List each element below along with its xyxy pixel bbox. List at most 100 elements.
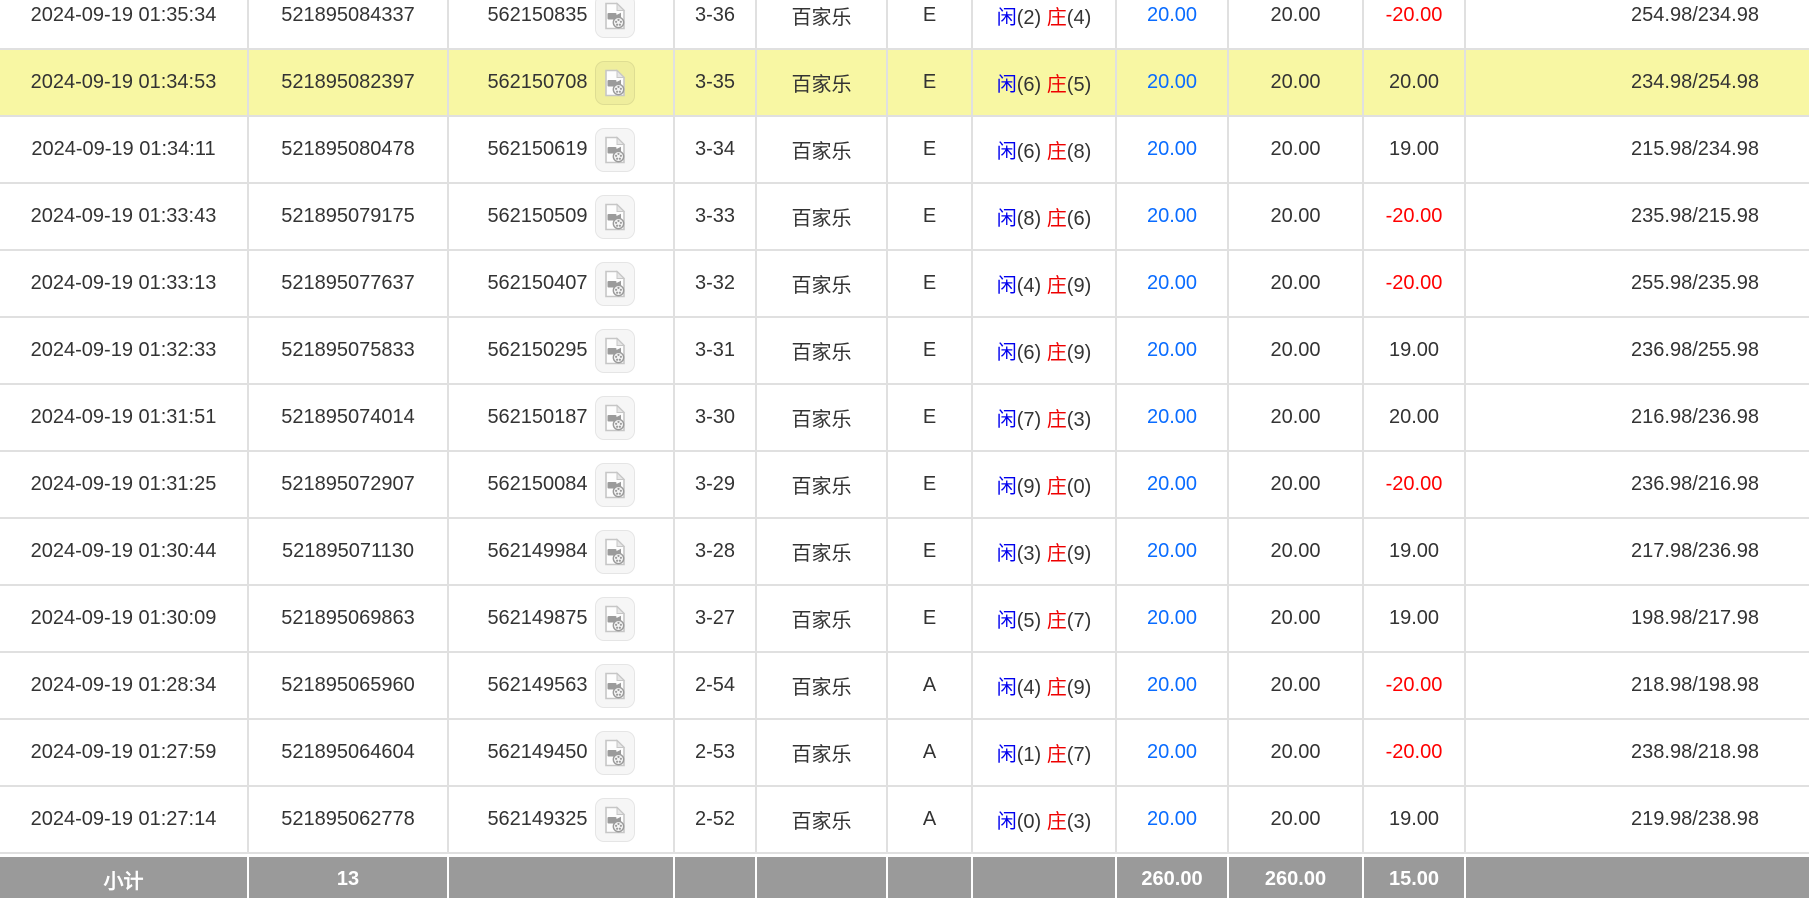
game-id-text: 562150084 [487, 473, 587, 496]
game-id-cell: 562149875 [449, 586, 675, 653]
table-code-cell: E [888, 519, 973, 586]
banker-points: (4) [1067, 7, 1091, 29]
banker-label: 庄 [1047, 543, 1067, 565]
player-label: 闲 [997, 7, 1017, 29]
subtotal-empty-cell [757, 854, 888, 898]
table-row[interactable]: 2024-09-19 01:27:14 521895062778 5621493… [0, 787, 1809, 854]
banker-label: 庄 [1047, 141, 1067, 163]
bet-amount-cell: 20.00 [1117, 787, 1229, 854]
winloss-cell: -20.00 [1364, 184, 1466, 251]
balance-cell: 238.98/218.98 [1466, 720, 1809, 787]
table-row[interactable]: 2024-09-19 01:33:13 521895077637 5621504… [0, 251, 1809, 318]
table-row[interactable]: 2024-09-19 01:32:33 521895075833 5621502… [0, 318, 1809, 385]
valid-amount-cell: 20.00 [1229, 653, 1364, 720]
bet-time-cell: 2024-09-19 01:30:44 [0, 519, 249, 586]
video-replay-icon[interactable] [595, 329, 635, 373]
table-row[interactable]: 2024-09-19 01:30:09 521895069863 5621498… [0, 586, 1809, 653]
video-replay-icon[interactable] [595, 597, 635, 641]
video-replay-icon[interactable] [595, 530, 635, 574]
video-replay-icon[interactable] [595, 664, 635, 708]
game-type-cell: 百家乐 [757, 452, 888, 519]
table-row[interactable]: 2024-09-19 01:31:51 521895074014 5621501… [0, 385, 1809, 452]
table-row[interactable]: 2024-09-19 01:35:34 521895084337 5621508… [0, 0, 1809, 50]
round-cell: 3-29 [675, 452, 757, 519]
table-row[interactable]: 2024-09-19 01:30:44 521895071130 5621499… [0, 519, 1809, 586]
balance-cell: 217.98/236.98 [1466, 519, 1809, 586]
table-row[interactable]: 2024-09-19 01:27:59 521895064604 5621494… [0, 720, 1809, 787]
balance-cell: 234.98/254.98 [1466, 50, 1809, 117]
player-label: 闲 [997, 476, 1017, 498]
table-code-cell: E [888, 318, 973, 385]
bet-amount-cell: 20.00 [1117, 653, 1229, 720]
video-replay-icon[interactable] [595, 798, 635, 842]
bet-time-cell: 2024-09-19 01:31:25 [0, 452, 249, 519]
table-row[interactable]: 2024-09-19 01:28:34 521895065960 5621495… [0, 653, 1809, 720]
bet-id-cell: 521895075833 [249, 318, 449, 385]
player-points: (3) [1017, 543, 1041, 565]
bet-amount-cell: 20.00 [1117, 519, 1229, 586]
game-id-cell: 562149450 [449, 720, 675, 787]
balance-cell: 216.98/236.98 [1466, 385, 1809, 452]
banker-points: (9) [1067, 342, 1091, 364]
banker-label: 庄 [1047, 208, 1067, 230]
player-label: 闲 [997, 543, 1017, 565]
subtotal-label: 小计 [0, 854, 249, 898]
video-replay-icon[interactable] [595, 396, 635, 440]
banker-points: (8) [1067, 141, 1091, 163]
video-replay-icon[interactable] [595, 262, 635, 306]
player-label: 闲 [997, 610, 1017, 632]
video-replay-icon[interactable] [595, 0, 635, 38]
subtotal-bet-amount: 260.00 [1117, 854, 1229, 898]
bet-id-cell: 521895080478 [249, 117, 449, 184]
table-code-cell: E [888, 184, 973, 251]
bet-amount-cell: 20.00 [1117, 318, 1229, 385]
valid-amount-cell: 20.00 [1229, 787, 1364, 854]
game-id-cell: 562150295 [449, 318, 675, 385]
bet-amount-cell: 20.00 [1117, 50, 1229, 117]
game-type-cell: 百家乐 [757, 787, 888, 854]
game-type-cell: 百家乐 [757, 184, 888, 251]
bet-id-cell: 521895072907 [249, 452, 449, 519]
balance-cell: 198.98/217.98 [1466, 586, 1809, 653]
banker-points: (5) [1067, 74, 1091, 96]
video-replay-icon[interactable] [595, 731, 635, 775]
player-points: (4) [1017, 275, 1041, 297]
player-points: (6) [1017, 74, 1041, 96]
game-id-cell: 562149563 [449, 653, 675, 720]
game-id-cell: 562150509 [449, 184, 675, 251]
video-replay-icon[interactable] [595, 128, 635, 172]
video-replay-icon[interactable] [595, 195, 635, 239]
banker-label: 庄 [1047, 74, 1067, 96]
round-cell: 3-35 [675, 50, 757, 117]
banker-label: 庄 [1047, 275, 1067, 297]
round-cell: 2-54 [675, 653, 757, 720]
banker-label: 庄 [1047, 744, 1067, 766]
game-id-cell: 562150084 [449, 452, 675, 519]
player-label: 闲 [997, 409, 1017, 431]
balance-cell: 236.98/216.98 [1466, 452, 1809, 519]
game-id-text: 562149450 [487, 741, 587, 764]
result-cell: 闲(5) 庄(7) [973, 586, 1117, 653]
subtotal-count: 13 [249, 854, 449, 898]
bet-amount-cell: 20.00 [1117, 586, 1229, 653]
banker-label: 庄 [1047, 610, 1067, 632]
balance-cell: 236.98/255.98 [1466, 318, 1809, 385]
bet-history-viewport: 2024-09-19 01:35:34 521895084337 5621508… [0, 0, 1809, 898]
bet-time-cell: 2024-09-19 01:33:43 [0, 184, 249, 251]
banker-points: (0) [1067, 476, 1091, 498]
table-row[interactable]: 2024-09-19 01:33:43 521895079175 5621505… [0, 184, 1809, 251]
table-row[interactable]: 2024-09-19 01:34:53 521895082397 5621507… [0, 50, 1809, 117]
video-replay-icon[interactable] [595, 463, 635, 507]
banker-points: (3) [1067, 409, 1091, 431]
bet-amount-cell: 20.00 [1117, 385, 1229, 452]
table-row[interactable]: 2024-09-19 01:34:11 521895080478 5621506… [0, 117, 1809, 184]
table-row[interactable]: 2024-09-19 01:31:25 521895072907 5621500… [0, 452, 1809, 519]
game-type-cell: 百家乐 [757, 251, 888, 318]
banker-label: 庄 [1047, 7, 1067, 29]
game-type-cell: 百家乐 [757, 653, 888, 720]
valid-amount-cell: 20.00 [1229, 720, 1364, 787]
game-id-cell: 562150407 [449, 251, 675, 318]
video-replay-icon[interactable] [595, 61, 635, 105]
round-cell: 3-27 [675, 586, 757, 653]
bet-time-cell: 2024-09-19 01:34:11 [0, 117, 249, 184]
